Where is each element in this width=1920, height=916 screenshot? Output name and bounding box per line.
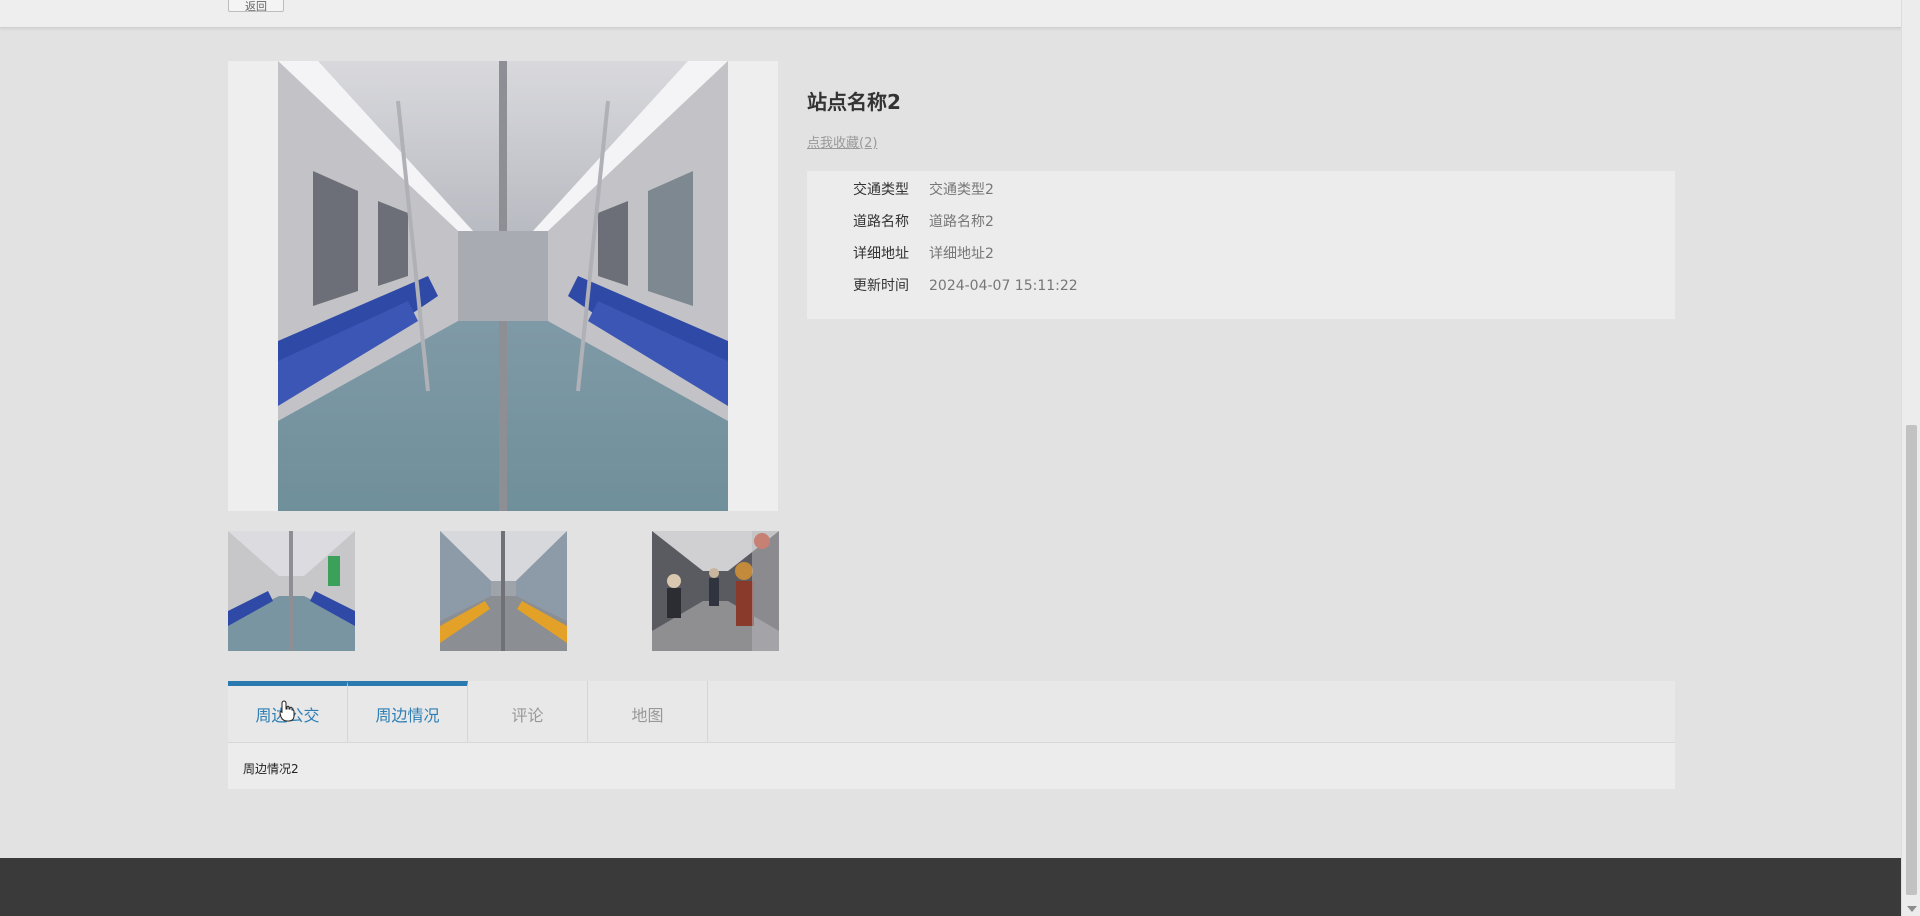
station-title: 站点名称2 (807, 90, 901, 114)
info-row: 更新时间 2024-04-07 15:11:22 (807, 276, 1675, 296)
tab-content: 周边情况2 (228, 743, 1675, 789)
station-info-box: 交通类型 交通类型2 道路名称 道路名称2 详细地址 详细地址2 更新时间 20… (807, 171, 1675, 319)
info-row: 道路名称 道路名称2 (807, 212, 1675, 232)
detail-tabs: 周边公交 周边情况 评论 地图 (228, 681, 1675, 743)
main-station-image (278, 61, 728, 511)
tab-nearby-situation[interactable]: 周边情况 (348, 681, 468, 743)
vertical-scrollbar[interactable] (1901, 0, 1920, 916)
back-button[interactable]: 返回 (228, 0, 284, 12)
info-value-traffic-type: 交通类型2 (929, 182, 994, 198)
info-label-updated-time: 更新时间 (853, 278, 909, 294)
info-row: 详细地址 详细地址2 (807, 244, 1675, 264)
tab-map[interactable]: 地图 (588, 681, 708, 743)
top-toolbar: 返回 (0, 0, 1901, 28)
favorite-link[interactable]: 点我收藏(2) (807, 132, 877, 151)
thumbnail-3[interactable] (652, 531, 779, 651)
thumbnail-2[interactable] (440, 531, 567, 651)
page-footer (0, 858, 1901, 916)
info-label-address: 详细地址 (853, 246, 909, 262)
main-image-container (228, 61, 778, 511)
scrollbar-thumb[interactable] (1906, 425, 1917, 895)
info-value-address: 详细地址2 (929, 246, 994, 262)
info-label-road-name: 道路名称 (853, 214, 909, 230)
tab-comments[interactable]: 评论 (468, 681, 588, 743)
scroll-down-arrow-icon[interactable] (1907, 906, 1917, 912)
hand-cursor-icon (279, 700, 295, 722)
info-value-road-name: 道路名称2 (929, 214, 994, 230)
thumbnail-1[interactable] (228, 531, 355, 651)
info-row: 交通类型 交通类型2 (807, 180, 1675, 200)
info-value-updated-time: 2024-04-07 15:11:22 (929, 278, 1078, 294)
info-label-traffic-type: 交通类型 (853, 182, 909, 198)
